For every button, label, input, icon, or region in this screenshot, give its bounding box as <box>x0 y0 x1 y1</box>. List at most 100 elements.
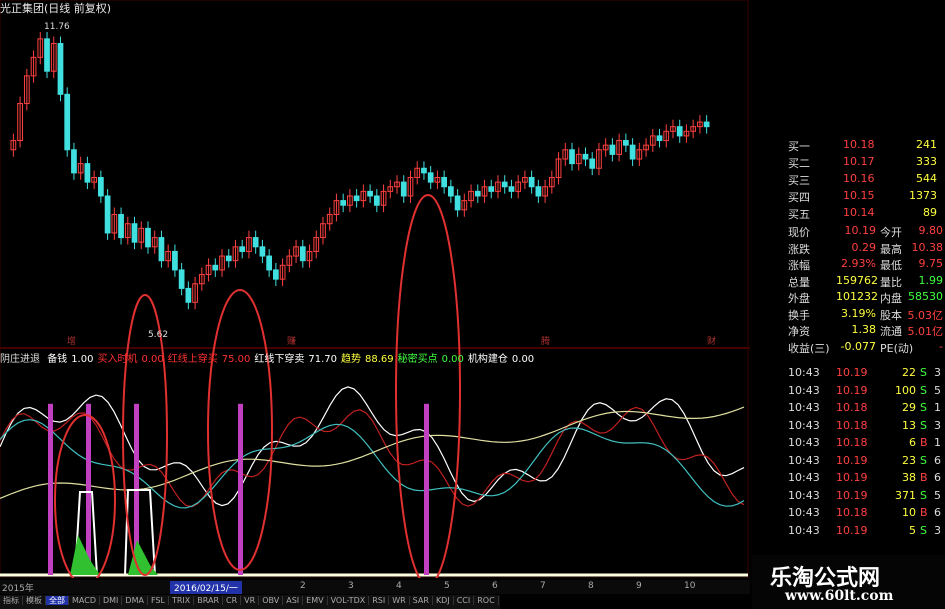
candle-body <box>71 149 77 174</box>
tick-volume: 23 <box>902 453 916 467</box>
stat-value: -0.077 <box>840 339 876 353</box>
candle-body <box>609 144 616 155</box>
watermark-url: www.60lt.com <box>785 588 894 604</box>
indicator-tab[interactable]: CR <box>223 596 242 605</box>
candle-body <box>64 93 71 151</box>
candle-body <box>158 237 165 262</box>
tick-side: S <box>920 453 927 467</box>
stat-label: 内盘 <box>880 292 902 305</box>
tick-row: 10:43 10.19 23 S 6 <box>788 454 945 470</box>
order-label: 买一 <box>788 140 810 153</box>
tick-time: 10:43 <box>788 401 820 414</box>
candle-body <box>340 200 347 206</box>
indicator-tab[interactable]: KDJ <box>432 596 454 605</box>
signal-spike <box>238 403 243 575</box>
indicator-tab[interactable]: 指标 <box>0 596 23 605</box>
tick-volume: 5 <box>909 523 916 537</box>
candle-body <box>656 135 663 142</box>
stat-label: 最低 <box>880 259 902 272</box>
indicator-tab[interactable]: EMV <box>303 596 328 605</box>
indicator-tab[interactable]: WR <box>389 596 410 605</box>
order-price: 10.16 <box>843 172 875 185</box>
stat-label: 收益(三) <box>788 341 830 355</box>
chart-area[interactable]: 光正集团(日线 前复权) 11.76 5.62 增 赚 腾 财 阴庄进退 备钱 1… <box>0 0 750 578</box>
order-label: 买三 <box>788 174 810 187</box>
stat-label: PE(动) <box>880 341 914 355</box>
indicator-tab[interactable]: RSI <box>369 596 390 605</box>
tick-count: 1 <box>934 401 941 414</box>
candle-body <box>508 186 515 192</box>
indicator-tab[interactable]: CCI <box>453 596 475 605</box>
tick-row: 10:43 10.18 10 B 6 <box>788 506 945 522</box>
stats-row: 外盘 101232 内盘 58530 <box>788 290 945 306</box>
indicator-tab[interactable]: ROC <box>474 596 499 605</box>
candle-body <box>98 177 104 197</box>
candle-body <box>367 190 373 197</box>
tick-time: 10:43 <box>788 506 820 519</box>
indicator-item-label: 红线下穿卖 <box>254 354 305 365</box>
stat-value: 159762 <box>836 273 878 287</box>
stat-value: 9.75 <box>918 257 944 270</box>
month-label: 3 <box>348 581 354 591</box>
indicator-tab[interactable]: 全部 <box>46 596 69 605</box>
order-volume: 544 <box>916 172 937 185</box>
period-mark: 腾 <box>541 337 551 347</box>
stat-value: 2.93% <box>841 257 876 270</box>
order-book-row: 买五 10.14 89 <box>788 206 945 222</box>
tick-price: 10.18 <box>836 401 868 414</box>
indicator-tab[interactable]: SAR <box>409 596 433 605</box>
candle-body <box>474 190 481 197</box>
tick-price: 10.18 <box>836 506 868 519</box>
tick-volume: 29 <box>902 401 916 414</box>
date-strip: 2015年 2016/02/15/一 2 3 4 5 6 7 8 9 10 <box>0 580 750 594</box>
indicator-item-label: 备钱 <box>47 354 68 365</box>
tick-row: 10:43 10.19 100 S 5 <box>788 384 945 400</box>
signal-spike <box>86 403 91 575</box>
tick-count: 6 <box>934 471 941 484</box>
tick-volume: 371 <box>895 488 916 502</box>
candle-body <box>212 264 219 271</box>
tick-price: 10.18 <box>836 418 868 432</box>
indicator-tab[interactable]: DMI <box>99 596 123 605</box>
indicator-tab[interactable]: FSL <box>147 596 169 605</box>
indicator-tab[interactable]: OBV <box>259 596 284 605</box>
tick-volume: 10 <box>902 506 916 519</box>
candle-body <box>273 269 279 280</box>
stats-row: 净资 1.38 流通 5.01亿 <box>788 323 945 339</box>
indicator-tab[interactable]: MACD <box>69 596 100 605</box>
stat-label: 净资 <box>788 325 810 338</box>
indicator-tab[interactable]: VR <box>241 596 260 605</box>
stat-label: 涨跌 <box>788 242 810 256</box>
indicator-tab[interactable]: TRIX <box>168 596 195 605</box>
candle-body <box>178 269 185 289</box>
kline-chart[interactable] <box>0 0 750 578</box>
order-volume: 89 <box>923 206 937 219</box>
candle-body <box>172 250 178 271</box>
stat-value: 5.03亿 <box>907 308 944 322</box>
tick-time: 10:43 <box>788 523 820 537</box>
indicator-tab[interactable]: ASI <box>283 596 304 605</box>
indicator-item-label: 趋势 <box>341 354 361 365</box>
tick-side: B <box>920 436 928 449</box>
indicator-tab[interactable]: VOL-TDX <box>327 596 370 605</box>
tick-time: 10:43 <box>788 366 820 379</box>
chart-title: 光正集团(日线 前复权) <box>0 0 111 16</box>
indicator-tab[interactable]: MTM <box>498 596 500 605</box>
indicator-tab[interactable]: 模板 <box>23 596 46 605</box>
indicator-name: 阴庄进退 <box>0 354 40 365</box>
stat-label: 换手 <box>788 308 810 322</box>
tick-count: 3 <box>934 418 941 432</box>
candle-body <box>259 246 266 257</box>
order-label: 买五 <box>788 208 810 221</box>
tick-price: 10.19 <box>836 453 868 467</box>
candle-body <box>57 42 64 95</box>
order-label: 买二 <box>788 157 810 170</box>
tick-volume: 100 <box>895 383 916 397</box>
candle-body <box>448 186 454 197</box>
indicator-tab[interactable]: DMA <box>122 596 148 605</box>
indicator-tab[interactable]: BRAR <box>194 596 224 605</box>
stock-name: 光正集团 <box>0 2 44 15</box>
tick-row: 10:43 10.19 22 S 3 <box>788 366 945 382</box>
indicator-item-label: 买入时机 <box>97 354 138 365</box>
candle-body <box>239 246 246 252</box>
